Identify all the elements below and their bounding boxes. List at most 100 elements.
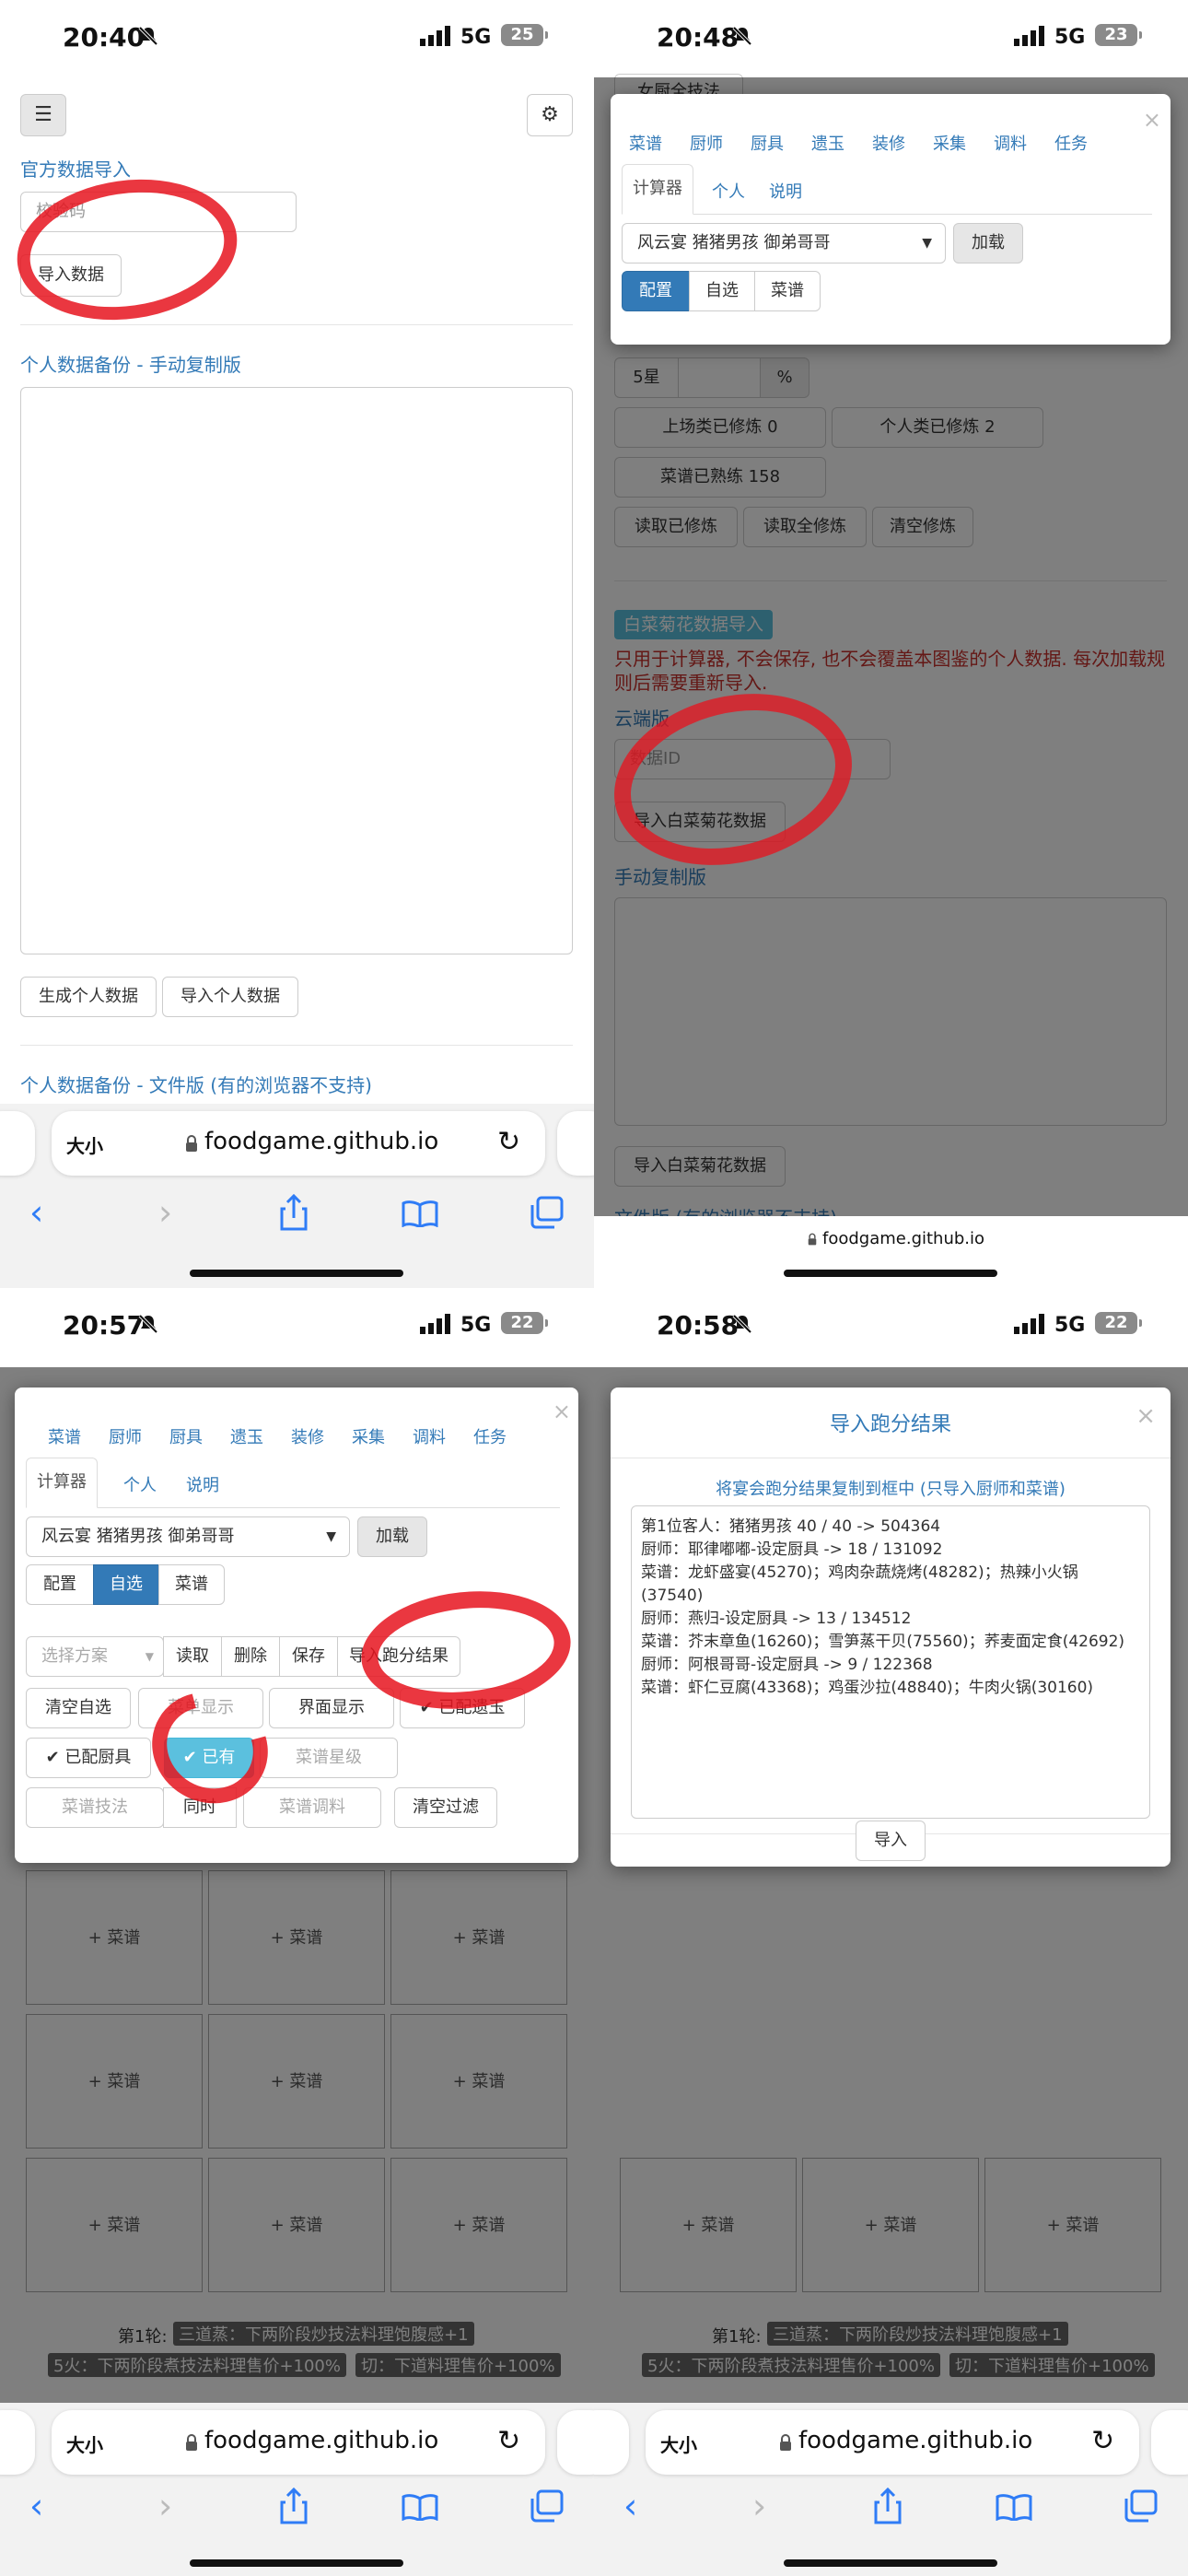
load-button[interactable]: 加载 <box>357 1516 427 1557</box>
address-bar[interactable]: 大小 foodgame.github.io ↻ <box>646 2410 1139 2475</box>
mode-self-select[interactable]: 自选 <box>93 1564 159 1605</box>
ui-display-dropdown[interactable]: 界面显示 <box>269 1688 394 1728</box>
tab-tool[interactable]: 厨具 <box>169 1424 203 1448</box>
modal-title: 导入跑分结果 <box>829 1413 951 1436</box>
next-tab-pill[interactable] <box>557 2410 594 2475</box>
recipe-rarity-select[interactable]: 菜谱星级 <box>260 1738 398 1778</box>
tabs-icon[interactable] <box>529 1196 564 1229</box>
share-icon[interactable] <box>278 2488 309 2524</box>
tab-decor[interactable]: 装修 <box>291 1424 324 1448</box>
screenshot-panel-3: 20:57 5G 22 + 菜谱 + 菜谱 + 菜谱 + 菜谱 + 菜谱 + 菜… <box>0 1288 594 2576</box>
signal-icon <box>420 26 450 46</box>
bookmarks-icon[interactable] <box>996 2493 1032 2521</box>
tab-jade[interactable]: 遗玉 <box>230 1424 263 1448</box>
forward-icon[interactable]: › <box>752 2486 766 2526</box>
tab-recipe[interactable]: 菜谱 <box>48 1424 81 1448</box>
share-icon[interactable] <box>872 2488 903 2524</box>
menu-icon[interactable]: ☰ <box>20 94 66 136</box>
text-size-button[interactable]: 大小 <box>66 1131 103 1158</box>
tab-personal[interactable]: 个人 <box>123 1472 157 1496</box>
next-tab-pill[interactable] <box>557 1111 594 1176</box>
clear-self-select-button[interactable]: 清空自选 <box>26 1688 131 1728</box>
next-tab-pill[interactable] <box>1151 2410 1188 2475</box>
backup-textarea[interactable] <box>20 387 573 954</box>
forward-icon[interactable]: › <box>158 2486 172 2526</box>
scheme-select[interactable]: 选择方案 ▼ <box>26 1636 164 1677</box>
bookmarks-icon[interactable] <box>402 1200 438 1227</box>
close-icon[interactable]: × <box>553 1399 571 1424</box>
tab-task[interactable]: 任务 <box>1054 131 1088 155</box>
mode-recipe[interactable]: 菜谱 <box>754 271 821 311</box>
bookmarks-icon[interactable] <box>402 2493 438 2521</box>
import-button[interactable]: 导入 <box>856 1821 926 1861</box>
lock-icon <box>808 1233 817 1246</box>
read-scheme-button[interactable]: 读取 <box>163 1636 222 1677</box>
caret-down-icon: ▼ <box>326 1529 336 1544</box>
footer-url[interactable]: foodgame.github.io <box>822 1229 984 1248</box>
generate-personal-data-button[interactable]: 生成个人数据 <box>20 977 157 1017</box>
tab-gather[interactable]: 采集 <box>933 131 966 155</box>
tab-decor[interactable]: 装修 <box>872 131 905 155</box>
tab-calculator[interactable]: 计算器 <box>622 164 693 215</box>
reload-icon[interactable]: ↻ <box>497 1126 520 1158</box>
tab-task[interactable]: 任务 <box>473 1424 507 1448</box>
tab-recipe[interactable]: 菜谱 <box>629 131 662 155</box>
tab-seasoning[interactable]: 调料 <box>413 1424 446 1448</box>
tab-help[interactable]: 说明 <box>769 179 802 203</box>
text-size-button[interactable]: 大小 <box>66 2430 103 2457</box>
tab-gather[interactable]: 采集 <box>352 1424 385 1448</box>
muted-bell-icon <box>732 1314 752 1334</box>
delete-scheme-button[interactable]: 删除 <box>221 1636 280 1677</box>
tab-chef[interactable]: 厨师 <box>690 131 723 155</box>
recipe-seasoning-select[interactable]: 菜谱调料 <box>243 1787 381 1828</box>
recipe-skill-select[interactable]: 菜谱技法 <box>26 1787 164 1828</box>
tab-seasoning[interactable]: 调料 <box>994 131 1027 155</box>
tool-equipped-toggle[interactable]: ✔ 已配厨具 <box>26 1738 151 1778</box>
load-button[interactable]: 加载 <box>953 223 1023 263</box>
gear-icon[interactable]: ⚙ <box>527 94 573 136</box>
signal-icon <box>420 1314 450 1334</box>
safari-compact-bar: foodgame.github.io <box>594 1216 1188 1288</box>
tab-personal[interactable]: 个人 <box>712 179 745 203</box>
close-icon[interactable]: × <box>1143 107 1161 133</box>
tab-help[interactable]: 说明 <box>186 1472 219 1496</box>
tabs-icon[interactable] <box>529 2489 564 2523</box>
prev-tab-pill[interactable] <box>594 2410 629 2475</box>
mode-config[interactable]: 配置 <box>622 271 690 311</box>
forward-icon[interactable]: › <box>158 1192 172 1233</box>
save-scheme-button[interactable]: 保存 <box>279 1636 338 1677</box>
mode-recipe[interactable]: 菜谱 <box>158 1564 225 1605</box>
reload-icon[interactable]: ↻ <box>497 2425 520 2457</box>
banquet-select[interactable]: 风云宴 猪猪男孩 御弟哥哥 ▼ <box>26 1516 350 1557</box>
tab-chef[interactable]: 厨师 <box>109 1424 142 1448</box>
result-textarea[interactable]: 第1位客人：猪猪男孩 40 / 40 -> 504364 厨师：耶律嘟嘟-设定厨… <box>631 1505 1150 1819</box>
mode-self-select[interactable]: 自选 <box>689 271 755 311</box>
network-label: 5G <box>460 26 492 49</box>
prev-tab-pill[interactable] <box>0 1111 35 1176</box>
tab-jade[interactable]: 遗玉 <box>811 131 844 155</box>
back-icon[interactable]: ‹ <box>29 2486 43 2526</box>
battery-icon: 22 <box>501 1312 548 1334</box>
tabs-icon[interactable] <box>1123 2489 1158 2523</box>
scheme-placeholder: 选择方案 <box>41 1646 108 1666</box>
clear-filter-button[interactable]: 清空过滤 <box>394 1787 497 1828</box>
address-bar[interactable]: 大小 foodgame.github.io ↻ <box>52 1111 545 1176</box>
address-bar[interactable]: 大小 foodgame.github.io ↻ <box>52 2410 545 2475</box>
import-personal-data-button[interactable]: 导入个人数据 <box>162 977 298 1017</box>
back-icon[interactable]: ‹ <box>29 1192 43 1233</box>
calculator-modal: × 菜谱 厨师 厨具 遗玉 装修 采集 调料 任务 计算器 个人 说明 风云宴 … <box>611 94 1171 345</box>
tab-tool[interactable]: 厨具 <box>751 131 784 155</box>
safari-toolbar: 大小 foodgame.github.io ↻ ‹ › <box>0 2403 594 2576</box>
network-label: 5G <box>1054 1314 1086 1337</box>
modal-hint: 将宴会跑分结果复制到框中 (只导入厨师和菜谱) <box>716 1480 1066 1499</box>
reload-icon[interactable]: ↻ <box>1091 2425 1114 2457</box>
home-indicator <box>190 2559 403 2567</box>
tab-calculator[interactable]: 计算器 <box>26 1458 98 1508</box>
banquet-select[interactable]: 风云宴 猪猪男孩 御弟哥哥 ▼ <box>622 223 946 263</box>
share-icon[interactable] <box>278 1194 309 1231</box>
mode-config[interactable]: 配置 <box>26 1564 94 1605</box>
back-icon[interactable]: ‹ <box>623 2486 637 2526</box>
prev-tab-pill[interactable] <box>0 2410 35 2475</box>
text-size-button[interactable]: 大小 <box>660 2430 697 2457</box>
close-icon[interactable]: × <box>1136 1402 1156 1430</box>
